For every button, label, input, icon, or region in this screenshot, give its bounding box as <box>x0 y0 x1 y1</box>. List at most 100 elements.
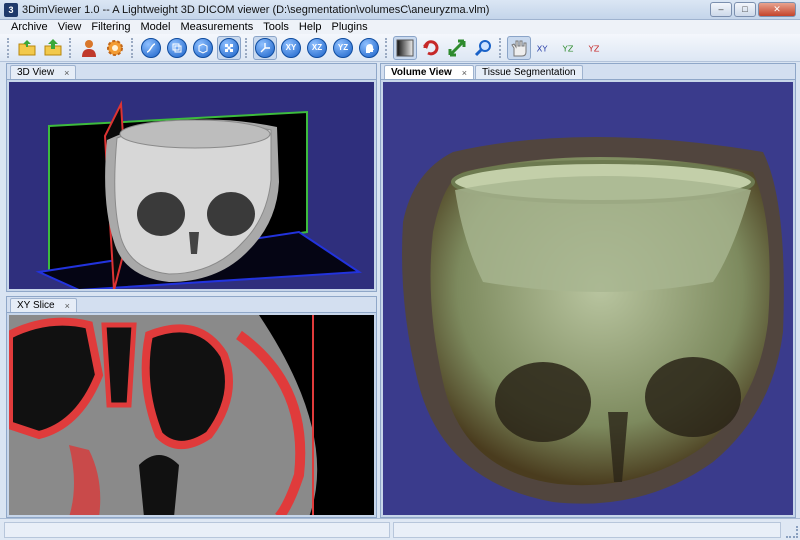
status-segment <box>393 522 781 538</box>
cranial-cavity <box>455 176 751 292</box>
tab-3d-view[interactable]: 3D View × <box>10 65 77 79</box>
toolbar-grip[interactable] <box>385 37 389 58</box>
zoom-button[interactable] <box>471 36 495 60</box>
minimize-button[interactable]: – <box>710 2 732 17</box>
head-view-button[interactable] <box>357 36 381 60</box>
status-segment <box>4 522 390 538</box>
xy-plane-button[interactable]: XY <box>279 36 303 60</box>
skull-rim <box>119 119 271 149</box>
menu-measurements[interactable]: Measurements <box>175 20 258 34</box>
view-yz-green-button[interactable]: YZ <box>559 36 583 60</box>
maximize-button[interactable]: □ <box>734 2 756 17</box>
close-icon[interactable]: × <box>462 68 467 78</box>
window-title: 3DimViewer 1.0 -- A Lightweight 3D DICOM… <box>22 3 490 16</box>
pattern-tool-button[interactable] <box>217 35 241 60</box>
window-controls: – □ ✕ <box>710 2 796 17</box>
yz-plane-button[interactable]: YZ <box>331 36 355 60</box>
panel-volume-view: Volume View × Tissue Segmentation <box>380 63 796 518</box>
close-icon[interactable]: × <box>64 68 69 78</box>
toolbar-grip[interactable] <box>499 37 503 58</box>
menu-archive[interactable]: Archive <box>6 20 53 34</box>
panel-xy-slice: XY Slice × <box>6 296 377 518</box>
tab-xy-slice[interactable]: XY Slice × <box>10 298 77 312</box>
gear-icon <box>107 39 123 56</box>
xz-plane-icon: XZ <box>307 37 327 58</box>
volume-viewport[interactable] <box>383 82 793 515</box>
menu-plugins[interactable]: Plugins <box>327 20 373 34</box>
close-button[interactable]: ✕ <box>758 2 796 17</box>
cube-tool-button[interactable] <box>191 36 215 60</box>
close-icon[interactable]: × <box>65 301 70 311</box>
save-upload-icon <box>44 38 62 55</box>
hand-icon <box>511 40 527 56</box>
svg-text:YZ: YZ <box>588 43 600 53</box>
move-button[interactable] <box>445 36 469 60</box>
rotate-icon <box>423 39 439 55</box>
rotate-button[interactable] <box>419 36 443 60</box>
user-person-icon <box>82 39 96 57</box>
3d-scene <box>35 100 363 289</box>
density-window-button[interactable] <box>393 35 417 60</box>
tab-label: 3D View <box>17 67 55 78</box>
yz-plane-icon: YZ <box>333 37 353 58</box>
arrows-move-icon <box>448 39 466 56</box>
tab-tissue-segmentation[interactable]: Tissue Segmentation <box>475 65 583 79</box>
scene-tool-icon <box>167 37 187 58</box>
svg-text:XY: XY <box>537 43 549 53</box>
toolbar-grip[interactable] <box>131 37 135 58</box>
toolbar-grip[interactable] <box>7 37 11 58</box>
checker-pattern-icon <box>219 37 239 58</box>
left-orbit <box>137 192 185 236</box>
menu-filtering[interactable]: Filtering <box>86 20 135 34</box>
menu-bar: Archive View Filtering Model Measurement… <box>0 20 800 34</box>
slice-image <box>9 315 374 515</box>
status-bar <box>0 518 800 540</box>
xy-plane-icon: XY <box>281 37 301 58</box>
head-profile-icon <box>359 37 379 58</box>
panel-3d-view: 3D View × <box>6 63 377 292</box>
view-xy-button[interactable]: XY <box>533 36 557 60</box>
contrast-window-icon <box>396 39 414 56</box>
volume-render <box>402 137 784 504</box>
menu-help[interactable]: Help <box>294 20 327 34</box>
toolbar-grip[interactable] <box>69 37 73 58</box>
tab-label: XY Slice <box>17 300 55 311</box>
hand-tool-button[interactable] <box>507 35 531 60</box>
resize-grip-icon[interactable] <box>786 526 798 538</box>
settings-button[interactable] <box>103 36 127 60</box>
menu-tools[interactable]: Tools <box>258 20 294 34</box>
patient-button[interactable] <box>77 36 101 60</box>
left-orbit <box>495 362 591 442</box>
tab-volume-view[interactable]: Volume View × <box>384 65 475 79</box>
curve-tool-button[interactable] <box>139 36 163 60</box>
tab-bar: 3D View × <box>7 64 376 80</box>
app-icon: 3 <box>4 2 18 17</box>
tab-label: Volume View <box>391 67 452 78</box>
menu-model[interactable]: Model <box>135 20 175 34</box>
yz-view-red-icon: YZ <box>588 43 600 53</box>
curve-icon <box>141 37 161 58</box>
toolbar-grip[interactable] <box>245 37 249 58</box>
open-button[interactable] <box>15 36 39 60</box>
save-button[interactable] <box>41 36 65 60</box>
xy-slice-viewport[interactable] <box>9 315 374 515</box>
nasal-septum <box>101 322 137 408</box>
title-bar: 3 3DimViewer 1.0 -- A Lightweight 3D DIC… <box>0 0 800 20</box>
scene-tool-button[interactable] <box>165 36 189 60</box>
open-folder-icon <box>18 39 36 55</box>
right-orbit <box>207 192 255 236</box>
cube-icon <box>193 37 213 58</box>
xy-view-icon: XY <box>537 43 549 53</box>
menu-view[interactable]: View <box>53 20 87 34</box>
svg-text:YZ: YZ <box>562 43 574 53</box>
toolbar: XY XZ YZ XY YZ YZ <box>0 34 800 62</box>
tab-label: Tissue Segmentation <box>482 67 576 78</box>
xz-plane-button[interactable]: XZ <box>305 36 329 60</box>
3d-viewport[interactable] <box>9 82 374 289</box>
view-yz-red-button[interactable]: YZ <box>585 36 609 60</box>
axes-icon <box>255 37 275 58</box>
airway <box>139 455 179 515</box>
yz-view-green-icon: YZ <box>562 43 574 53</box>
magnifier-icon <box>474 39 491 56</box>
axes-button[interactable] <box>253 35 277 60</box>
